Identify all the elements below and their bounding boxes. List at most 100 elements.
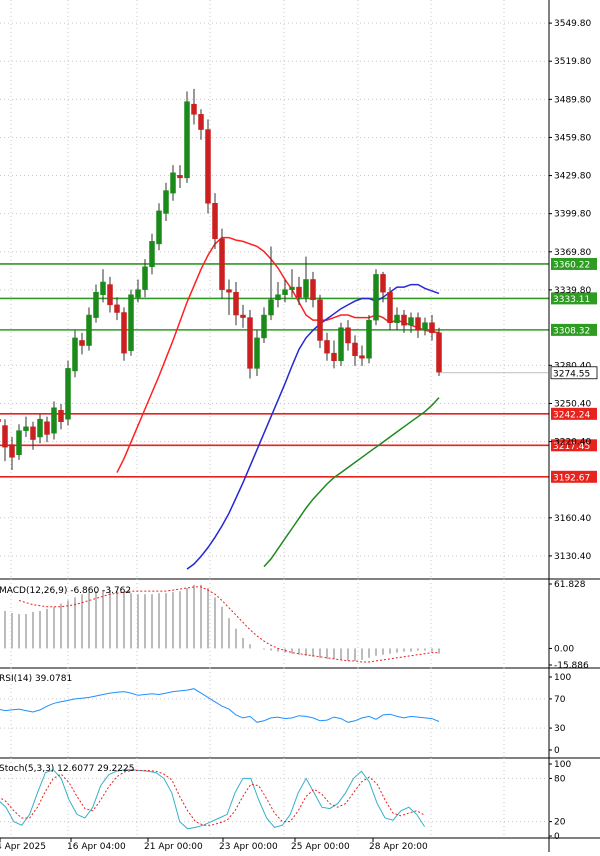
candle bbox=[226, 279, 232, 316]
y-tick-label: 3549.80 bbox=[554, 19, 591, 29]
rsi-panel: 100 70 30 0 bbox=[0, 668, 571, 758]
candle bbox=[93, 284, 99, 323]
candle-body bbox=[0, 418, 1, 422]
price-level-label: 3242.24 bbox=[553, 410, 590, 420]
chart-window: 3360.22 3333.11 3308.32 3242.24 3217.45 3192.… bbox=[0, 0, 600, 852]
rsi-tick-label: 70 bbox=[554, 695, 566, 705]
y-tick-label: 3369.80 bbox=[554, 248, 591, 258]
candle-body bbox=[107, 284, 113, 306]
candle-body bbox=[2, 425, 8, 448]
rsi-tick-label: 0 bbox=[554, 746, 560, 756]
price-axis: 3130.403160.403220.403250.403280.403339.… bbox=[0, 0, 600, 852]
candle bbox=[163, 182, 169, 222]
candle-body bbox=[86, 314, 92, 346]
candle-body bbox=[359, 355, 365, 359]
candle bbox=[359, 345, 365, 366]
candle-body bbox=[268, 299, 274, 316]
candle-body bbox=[408, 317, 414, 326]
candle bbox=[436, 327, 442, 377]
y-tick-label: 3399.80 bbox=[554, 210, 591, 220]
candle bbox=[170, 165, 176, 201]
candle-body bbox=[128, 294, 134, 351]
chart-canvas[interactable]: 3360.223333.113308.323242.243217.453192.… bbox=[0, 0, 600, 852]
candle-body bbox=[233, 291, 239, 316]
candle-body bbox=[156, 210, 162, 245]
candle-body bbox=[310, 279, 316, 301]
candle bbox=[331, 340, 337, 369]
candle bbox=[394, 307, 400, 331]
rsi-line bbox=[0, 688, 440, 723]
price-level-label: 3308.32 bbox=[553, 326, 590, 336]
candle-body bbox=[205, 129, 211, 204]
candle-body bbox=[254, 337, 260, 369]
candle bbox=[219, 228, 225, 299]
candle bbox=[114, 297, 120, 321]
candle bbox=[2, 419, 8, 462]
candle-body bbox=[135, 289, 141, 298]
moving-average-blue bbox=[186, 283, 440, 570]
candle-body bbox=[177, 175, 183, 179]
moving-average-green bbox=[263, 397, 440, 568]
candle-body bbox=[191, 103, 197, 115]
candle bbox=[247, 309, 253, 379]
candle-body bbox=[51, 407, 57, 434]
candle-body bbox=[352, 342, 358, 356]
candle-body bbox=[149, 241, 155, 268]
candle bbox=[233, 282, 239, 326]
candle-body bbox=[72, 337, 78, 372]
main-grid bbox=[0, 0, 549, 578]
x-tick-label: 21 Apr 00:00 bbox=[144, 842, 203, 852]
y-tick-label: 3459.80 bbox=[554, 133, 591, 143]
rsi-tick-label: 30 bbox=[554, 724, 566, 734]
candle bbox=[324, 332, 330, 361]
candle bbox=[128, 289, 134, 356]
x-tick-label: 25 Apr 00:00 bbox=[291, 842, 350, 852]
y-tick-label: 3519.80 bbox=[554, 57, 591, 67]
candle bbox=[275, 282, 281, 308]
candle-body bbox=[429, 322, 435, 334]
candle-body bbox=[303, 279, 309, 298]
x-tick-label: 4 Apr 2025 bbox=[0, 842, 46, 852]
candle bbox=[352, 335, 358, 366]
candle-body bbox=[366, 319, 372, 359]
candle bbox=[86, 307, 92, 351]
candle-body bbox=[296, 286, 302, 298]
candle-body bbox=[247, 317, 253, 369]
y-tick-label: 3130.40 bbox=[554, 552, 591, 562]
candle bbox=[72, 330, 78, 378]
candle bbox=[240, 304, 246, 328]
candle bbox=[177, 165, 183, 189]
candle-body bbox=[394, 314, 400, 323]
candle-body bbox=[184, 101, 190, 179]
candle bbox=[429, 315, 435, 341]
candle bbox=[100, 269, 106, 303]
stoch-title: Stoch(5,3,3) 12.6077 29.2225 bbox=[0, 764, 134, 774]
candle-body bbox=[212, 203, 218, 240]
candle bbox=[373, 269, 379, 326]
price-level-label: 3333.11 bbox=[553, 295, 590, 305]
x-tick-label: 16 Apr 04:00 bbox=[67, 842, 126, 852]
candle bbox=[9, 436, 15, 471]
candle bbox=[184, 91, 190, 183]
candle bbox=[37, 414, 43, 444]
candle-body bbox=[44, 421, 50, 435]
candle bbox=[387, 287, 393, 331]
candle-body bbox=[23, 426, 29, 431]
rsi-title: RSI(14) 39.0781 bbox=[0, 674, 72, 684]
price-level-tag: 3360.22 bbox=[551, 257, 597, 270]
candle-body bbox=[226, 289, 232, 293]
candle-body bbox=[373, 274, 379, 321]
macd-tick-label: 61.828 bbox=[554, 580, 586, 590]
price-level-label: 3360.22 bbox=[553, 260, 590, 270]
price-level-label: 3192.67 bbox=[553, 473, 590, 483]
y-tick-label: 3250.40 bbox=[554, 399, 591, 409]
stoch-tick-label: 0 bbox=[554, 832, 560, 842]
candle bbox=[44, 416, 50, 443]
candle-body bbox=[289, 286, 295, 290]
candle-body bbox=[345, 327, 351, 344]
candle bbox=[212, 193, 218, 249]
candle bbox=[156, 203, 162, 251]
candle-body bbox=[261, 314, 267, 339]
candle bbox=[198, 109, 204, 140]
candle-body bbox=[100, 281, 106, 295]
